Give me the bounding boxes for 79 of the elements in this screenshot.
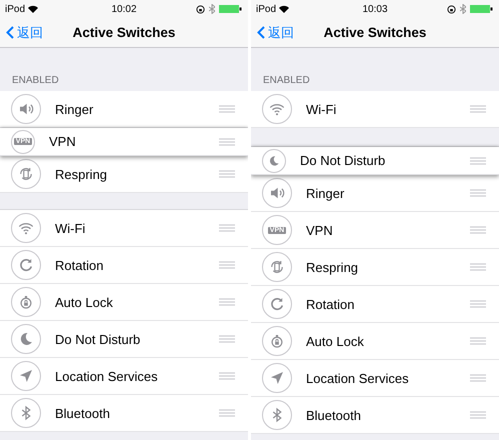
reorder-handle-icon[interactable] — [470, 263, 486, 271]
reorder-handle-icon[interactable] — [470, 156, 486, 164]
reorder-handle-icon[interactable] — [470, 105, 486, 113]
switch-row[interactable]: Rotation — [0, 247, 248, 284]
reorder-handle-icon[interactable] — [219, 409, 235, 417]
reorder-handle-icon[interactable] — [219, 298, 235, 306]
reorder-handle-icon[interactable] — [470, 337, 486, 345]
switch-row[interactable]: Do Not Disturb — [251, 147, 499, 175]
switch-row[interactable]: Respring — [0, 156, 248, 193]
switch-name: Bluetooth — [306, 408, 362, 422]
chevron-left-icon — [257, 26, 265, 39]
rotation-lock-icon — [447, 4, 456, 14]
wifi-icon — [279, 5, 290, 13]
switch-name: Location Services — [55, 368, 159, 384]
phone-refresh-icon — [17, 165, 35, 183]
reorder-handle-icon[interactable] — [219, 224, 235, 232]
moon-icon — [267, 154, 281, 168]
switch-row[interactable]: Auto Lock — [251, 323, 499, 360]
switch-row[interactable]: Do Not Disturb — [0, 321, 248, 358]
rotation-icon — [17, 256, 35, 274]
switch-row[interactable]: Ringer — [0, 91, 248, 128]
reorder-handle-icon[interactable] — [219, 372, 235, 380]
switch-name: Bluetooth — [55, 406, 111, 420]
switch-name: Wi-Fi — [55, 220, 86, 236]
section-header: ENABLED — [263, 75, 310, 86]
reorder-handle-icon[interactable] — [470, 300, 486, 308]
switch-row[interactable]: Wi-Fi — [0, 210, 248, 247]
switch-name: Ringer — [55, 102, 94, 116]
switch-name: Respring — [55, 166, 108, 182]
status-time: 10:03 — [362, 4, 388, 14]
rotation-lock-icon — [196, 4, 205, 14]
phone-refresh-icon — [268, 258, 286, 276]
switch-name: Auto Lock — [306, 334, 365, 348]
back-button[interactable]: 返回 — [6, 24, 43, 42]
chevron-left-icon — [6, 26, 14, 39]
switch-name: Ringer — [306, 186, 346, 200]
switch-row[interactable]: Rotation — [251, 286, 499, 323]
switch-row[interactable]: Ringer — [251, 175, 499, 212]
switch-row[interactable]: Wi-Fi — [251, 91, 499, 128]
reorder-handle-icon[interactable] — [219, 138, 235, 146]
carrier-name: iPod — [256, 4, 276, 14]
battery-icon — [219, 5, 243, 13]
wifi-icon — [28, 5, 38, 13]
switch-name: VPN — [306, 222, 334, 238]
status-time: 10:02 — [111, 4, 137, 14]
switch-name: Do Not Disturb — [300, 153, 386, 168]
reorder-handle-icon[interactable] — [470, 411, 486, 419]
reorder-handle-icon[interactable] — [219, 335, 235, 343]
switch-row[interactable]: Bluetooth — [0, 395, 248, 432]
rotation-icon — [268, 295, 286, 313]
switch-row[interactable]: Location Services — [0, 358, 248, 395]
reorder-handle-icon[interactable] — [470, 189, 486, 197]
switch-name: Wi-Fi — [306, 102, 338, 116]
switch-name: Rotation — [306, 296, 356, 312]
reorder-handle-icon[interactable] — [219, 261, 235, 269]
back-button[interactable]: 返回 — [257, 24, 294, 42]
screen-title: Active Switches — [324, 25, 426, 40]
switch-name: Rotation — [55, 258, 104, 272]
switch-name: Location Services — [306, 370, 410, 386]
battery-icon — [470, 5, 494, 13]
carrier-name: iPod — [5, 4, 26, 14]
switch-name: Auto Lock — [55, 294, 114, 310]
bluetooth-icon — [460, 4, 466, 14]
switch-name: Respring — [306, 260, 360, 274]
switch-name: VPN — [49, 134, 77, 149]
screen-title: Active Switches — [72, 25, 176, 40]
switch-row[interactable]: Bluetooth — [251, 397, 499, 434]
bluetooth-icon — [209, 4, 215, 14]
switch-name: Do Not Disturb — [55, 332, 142, 346]
section-header: ENABLED — [12, 75, 59, 86]
reorder-handle-icon[interactable] — [470, 226, 486, 234]
switch-row[interactable]: Auto Lock — [0, 284, 248, 321]
reorder-handle-icon[interactable] — [219, 170, 235, 178]
location-arrow-icon — [268, 369, 286, 387]
location-arrow-icon — [17, 367, 35, 385]
reorder-handle-icon[interactable] — [470, 374, 486, 382]
switch-row[interactable]: Location Services — [251, 360, 499, 397]
switch-row[interactable]: Respring — [251, 249, 499, 286]
reorder-handle-icon[interactable] — [219, 105, 235, 113]
